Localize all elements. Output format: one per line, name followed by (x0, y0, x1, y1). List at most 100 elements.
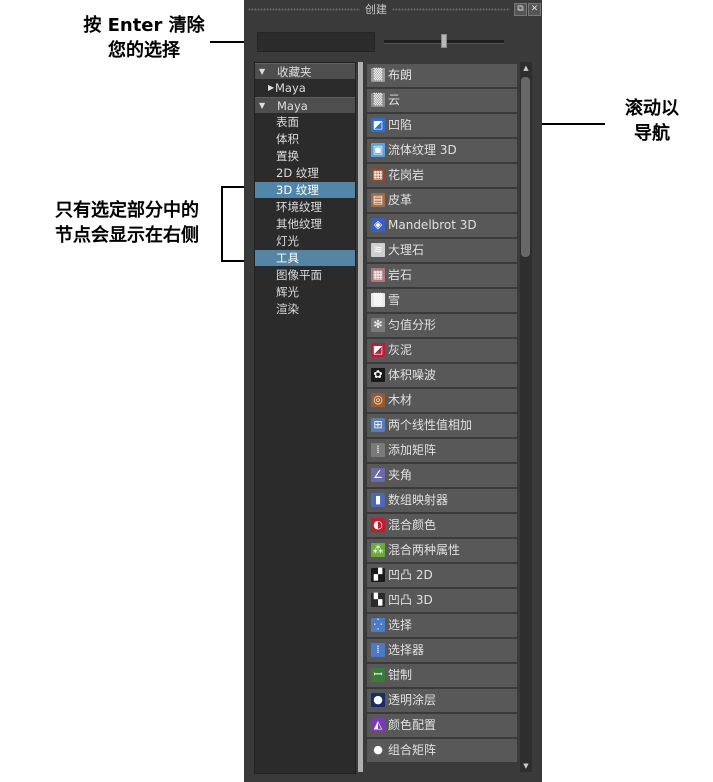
choice-icon: ⁛ (371, 618, 385, 632)
node-item-label: 凹陷 (388, 118, 413, 132)
tree-item[interactable]: 工具 (255, 250, 355, 266)
node-item[interactable]: ▚ 凹凸 3D (367, 589, 517, 613)
panel-title: 创建 (365, 3, 387, 16)
tree-item-label: 体积 (276, 132, 299, 146)
node-item-label: 组合矩阵 (388, 743, 437, 757)
node-item-label: 夹角 (388, 468, 413, 482)
filter-bracket-vertical (221, 186, 223, 262)
node-item-label: 混合两种属性 (388, 543, 461, 557)
node-item-label: 匀值分形 (388, 318, 437, 332)
tree-item[interactable]: 体积 (255, 131, 355, 147)
scroll-callout-line1: 滚动以 (625, 98, 679, 119)
close-icon[interactable]: ✕ (528, 3, 541, 16)
tree-item[interactable]: 3D 纹理 (255, 182, 355, 198)
node-item[interactable]: ⁛ 选择 (367, 614, 517, 638)
search-input[interactable] (257, 32, 375, 52)
node-item[interactable]: ◭ 颜色配置 (367, 714, 517, 738)
bump-3d-icon: ▚ (371, 593, 385, 607)
icon-size-slider-thumb[interactable] (441, 34, 447, 48)
tree-item-label: Maya (275, 81, 306, 95)
bump-2d-icon: ▞ (371, 568, 385, 582)
search-callout: 按 Enter 清除 您的选择 (74, 13, 214, 63)
search-callout-line1: 按 Enter 清除 (83, 15, 205, 36)
tree-item[interactable]: ▼ 收藏夹 (255, 63, 355, 79)
blend-two-attr-icon: ⁂ (371, 543, 385, 557)
node-item-label: 花岗岩 (388, 168, 425, 182)
node-item[interactable]: ▒ 布朗 (367, 64, 517, 88)
panel-titlebar[interactable]: 创建 ⧉ ✕ (244, 0, 542, 18)
node-item-label: 雪 (388, 293, 401, 307)
node-item-label: Mandelbrot 3D (388, 218, 477, 232)
titlebar-grip-left[interactable] (248, 8, 360, 11)
node-list: ▒ 布朗 ▒ 云 ◩ 凹陷 ▣ 流体纹理 3D ▦ 花岗岩 ▤ 皮革 ◈ Mandelbrot 3D ≋ 大理… (364, 62, 519, 772)
float-icon[interactable]: ⧉ (514, 3, 527, 16)
node-item-label: 皮革 (388, 193, 413, 207)
tree-item-label: 3D 纹理 (276, 183, 319, 197)
add-double-linear-icon: ⊞ (371, 418, 385, 432)
node-item-label: 云 (388, 93, 401, 107)
node-item[interactable]: ⁂ 混合两种属性 (367, 539, 517, 563)
tree-item[interactable]: 图像平面 (255, 267, 355, 283)
node-item-label: 凹凸 2D (388, 568, 433, 582)
tree-item[interactable]: 环境纹理 (255, 199, 355, 215)
node-list-scrollbar[interactable]: ▲ ▼ (520, 62, 532, 772)
array-mapper-icon: ▮ (371, 493, 385, 507)
tree-item[interactable]: 灯光 (255, 233, 355, 249)
tree-item-label: 置换 (276, 149, 299, 163)
mandelbrot-icon: ◈ (371, 218, 385, 232)
node-item-label: 木材 (388, 393, 413, 407)
cloud-icon: ▒ (371, 93, 385, 107)
search-callout-line2: 您的选择 (108, 40, 180, 61)
node-item[interactable]: ꟷ 钳制 (367, 664, 517, 688)
node-item[interactable]: ≋ 大理石 (367, 239, 517, 263)
tree-item[interactable]: 表面 (255, 114, 355, 130)
node-item-label: 钳制 (388, 668, 413, 682)
collapse-arrow-icon[interactable]: ▼ (259, 98, 265, 114)
tree-item[interactable]: 其他纹理 (255, 216, 355, 232)
node-item[interactable]: ▣ 流体纹理 3D (367, 139, 517, 163)
node-item[interactable]: ● 透明涂层 (367, 689, 517, 713)
scroll-thumb[interactable] (521, 77, 530, 257)
node-item[interactable]: ✻ 匀值分形 (367, 314, 517, 338)
tree-item-label: 环境纹理 (276, 200, 322, 214)
tree-item[interactable]: 置换 (255, 148, 355, 164)
node-item[interactable]: ◐ 混合颜色 (367, 514, 517, 538)
scroll-up-icon[interactable]: ▲ (520, 62, 532, 74)
leather-icon: ▤ (371, 193, 385, 207)
node-item[interactable]: ▦ 岩石 (367, 264, 517, 288)
node-item[interactable]: ▦ 花岗岩 (367, 164, 517, 188)
node-item[interactable]: ◩ 灰泥 (367, 339, 517, 363)
node-item[interactable]: ▞ 凹凸 2D (367, 564, 517, 588)
scroll-down-icon[interactable]: ▼ (520, 760, 532, 772)
node-item[interactable]: ◈ Mandelbrot 3D (367, 214, 517, 238)
tree-item[interactable]: 辉光 (255, 284, 355, 300)
node-item-label: 颜色配置 (388, 718, 437, 732)
node-item[interactable]: ⁞ 选择器 (367, 639, 517, 663)
tree-item-label: 渲染 (276, 302, 299, 316)
node-item[interactable]: ● 组合矩阵 (367, 739, 517, 763)
node-item[interactable]: ◩ 凹陷 (367, 114, 517, 138)
node-item[interactable]: ⁞ 添加矩阵 (367, 439, 517, 463)
rock-icon: ▦ (371, 268, 385, 282)
expand-arrow-icon[interactable]: ▶ (268, 80, 274, 96)
node-item[interactable]: ◎ 木材 (367, 389, 517, 413)
node-item[interactable]: ▒ 云 (367, 89, 517, 113)
node-item[interactable]: ⊞ 两个线性值相加 (367, 414, 517, 438)
titlebar-grip-right[interactable] (392, 8, 510, 11)
node-item[interactable]: ▮ 数组映射器 (367, 489, 517, 513)
node-item[interactable]: ✿ 体积噪波 (367, 364, 517, 388)
add-matrix-icon: ⁞ (371, 443, 385, 457)
pane-splitter[interactable] (358, 62, 363, 772)
tree-item[interactable]: ▼ Maya (255, 97, 355, 113)
node-item[interactable]: ▒ 雪 (367, 289, 517, 313)
tree-item[interactable]: ▶ Maya (255, 80, 355, 96)
tree-item[interactable]: 2D 纹理 (255, 165, 355, 181)
collapse-arrow-icon[interactable]: ▼ (259, 64, 265, 80)
tree-item[interactable]: 渲染 (255, 301, 355, 317)
category-tree: ▼ 收藏夹 ▶ Maya ▼ Maya 表面 体积 置换 2D 纹理 3D 纹理 环境纹理 其他纹理 灯光… (254, 62, 356, 774)
node-item-label: 体积噪波 (388, 368, 437, 382)
tree-item-label: 收藏夹 (277, 65, 312, 79)
node-item[interactable]: ∠ 夹角 (367, 464, 517, 488)
compose-matrix-icon: ● (371, 743, 385, 757)
node-item[interactable]: ▤ 皮革 (367, 189, 517, 213)
